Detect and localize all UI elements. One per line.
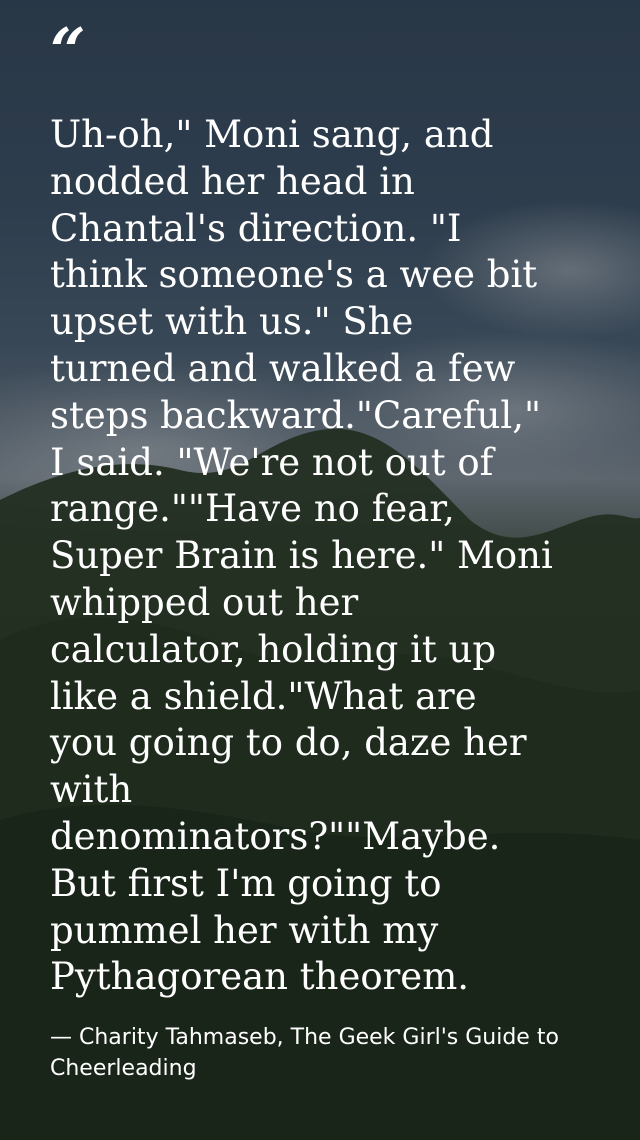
quote-mark-icon: “ <box>50 14 86 87</box>
quote-text: Uh-oh," Moni sang, and nodded her head i… <box>50 113 553 999</box>
quote-attribution: — Charity Tahmaseb, The Geek Girl's Guid… <box>50 1025 559 1081</box>
